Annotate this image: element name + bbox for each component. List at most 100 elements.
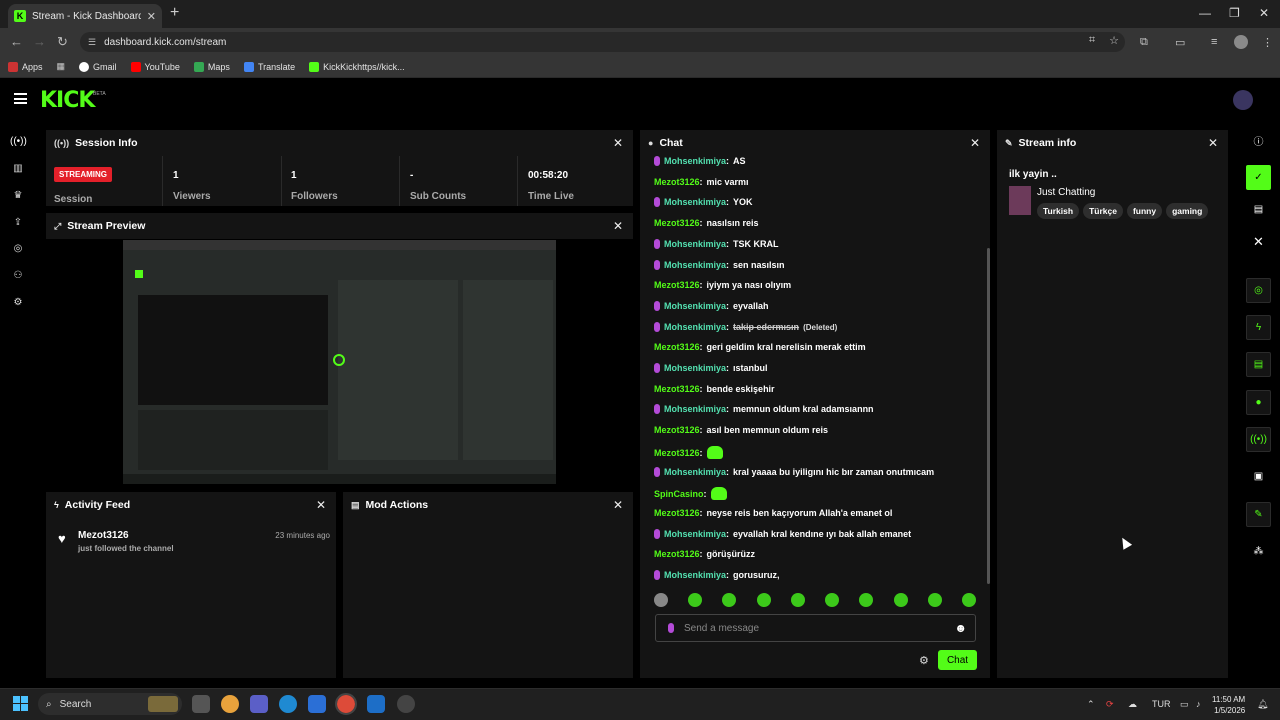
tag[interactable]: Turkish <box>1037 203 1080 219</box>
store-icon[interactable] <box>308 695 326 713</box>
emote-icon[interactable] <box>756 593 771 607</box>
user-avatar[interactable] <box>1233 90 1253 110</box>
chat-settings-icon[interactable]: ⚙ <box>919 654 929 667</box>
close-icon[interactable]: ✕ <box>1208 136 1218 150</box>
profile-icon[interactable] <box>1234 35 1248 49</box>
emote-icon[interactable] <box>859 593 874 607</box>
mod-log-panel-icon[interactable]: ▤ <box>1246 352 1271 377</box>
chrome-icon[interactable] <box>335 693 357 715</box>
tray-overflow-icon[interactable]: ⌃ <box>1087 699 1095 710</box>
close-rail-icon[interactable]: ✕ <box>1246 229 1271 254</box>
emote-icon[interactable] <box>961 593 976 607</box>
target-icon[interactable]: ◎ <box>10 243 26 259</box>
window-close-icon[interactable]: ✕ <box>1259 6 1269 20</box>
emote-icon[interactable] <box>893 593 908 607</box>
chat-panel-icon[interactable]: ● <box>1246 390 1271 415</box>
chat-send-button[interactable]: Chat <box>938 650 977 670</box>
bookmark-maps[interactable]: Maps <box>193 61 230 72</box>
chat-username[interactable]: Mohsenkimiya <box>664 260 726 270</box>
settings-icon[interactable]: ⚙ <box>10 297 26 313</box>
reload-icon[interactable]: ↻ <box>57 34 68 50</box>
close-icon[interactable]: ✕ <box>613 219 623 233</box>
analytics-icon[interactable]: ▥ <box>10 163 26 179</box>
bookmark-star-icon[interactable]: ☆ <box>1109 34 1119 47</box>
minimize-icon[interactable]: — <box>1199 6 1211 20</box>
browser-tab[interactable]: K Stream - Kick Dashboard ✕ <box>8 4 162 28</box>
chat-username[interactable]: Mezot3126 <box>654 448 700 458</box>
network-icon[interactable]: ▭ <box>1180 699 1189 710</box>
translate-icon[interactable]: ⌗ <box>1089 34 1095 47</box>
site-info-icon[interactable]: ☰ <box>88 37 96 48</box>
lightning-panel-icon[interactable]: ϟ <box>1246 315 1271 340</box>
tag[interactable]: gaming <box>1166 203 1209 219</box>
chat-message-input[interactable]: Send a message ☻ <box>655 614 976 642</box>
volume-icon[interactable]: ♪ <box>1196 699 1201 709</box>
check-icon[interactable]: ✓ <box>1246 165 1271 190</box>
chat-username[interactable]: Mohsenkimiya <box>664 529 726 539</box>
broadcast-icon[interactable]: ((•)) <box>10 136 27 152</box>
emote-icon[interactable] <box>927 593 942 607</box>
broadcast-panel-icon[interactable]: ((•)) <box>1246 427 1271 452</box>
chat-username[interactable]: SpinCasino <box>654 489 704 499</box>
chat-username[interactable]: Mohsenkimiya <box>664 467 726 477</box>
chat-username[interactable]: Mohsenkimiya <box>664 570 726 580</box>
tab-close-icon[interactable]: ✕ <box>147 10 156 23</box>
stream-preview-video[interactable] <box>123 240 556 484</box>
chat-scrollbar[interactable] <box>987 248 990 584</box>
app-icon[interactable] <box>221 695 239 713</box>
category-thumbnail[interactable] <box>1009 186 1031 215</box>
address-bar[interactable]: ☰ dashboard.kick.com/stream ⌗ ☆ <box>80 32 1125 52</box>
tray-app-icon[interactable]: ⟳ <box>1106 699 1114 710</box>
community-icon[interactable]: ⚇ <box>10 270 26 286</box>
media-icon[interactable]: ≡ <box>1211 36 1217 48</box>
close-icon[interactable]: ✕ <box>613 498 623 512</box>
more-panels-icon[interactable]: ⁂ <box>1246 539 1271 564</box>
chat-username[interactable]: Mezot3126 <box>654 177 700 187</box>
new-tab-icon[interactable]: + <box>170 5 179 21</box>
bookmark-gmail[interactable]: Gmail <box>79 61 117 72</box>
bookmark-kick[interactable]: KickKickhttps//kick... <box>309 61 405 72</box>
windows-start-icon[interactable] <box>13 696 28 711</box>
chat-username[interactable]: Mezot3126 <box>654 218 700 228</box>
bookmark-youtube[interactable]: YouTube <box>130 61 180 72</box>
task-view-icon[interactable] <box>192 695 210 713</box>
emote-icon[interactable] <box>722 593 737 607</box>
restore-icon[interactable]: ❐ <box>1229 6 1240 20</box>
taskbar-search[interactable]: ⌕ Search <box>38 693 182 715</box>
chat-username[interactable]: Mezot3126 <box>654 384 700 394</box>
chat-username[interactable]: Mohsenkimiya <box>664 322 726 332</box>
notification-bell-icon[interactable]: 🔔︎ <box>1257 699 1268 710</box>
edge-icon[interactable] <box>279 695 297 713</box>
cast-icon[interactable]: ▭ <box>1175 36 1185 49</box>
chat-username[interactable]: Mohsenkimiya <box>664 239 726 249</box>
upload-icon[interactable]: ⇪ <box>10 217 26 233</box>
tag[interactable]: Türkçe <box>1083 203 1123 219</box>
emote-icon[interactable] <box>825 593 840 607</box>
language-indicator[interactable]: TUR <box>1152 699 1171 709</box>
forward-icon[interactable]: → <box>33 34 46 49</box>
activity-user[interactable]: Mezot3126 <box>78 530 129 541</box>
chat-username[interactable]: Mohsenkimiya <box>664 363 726 373</box>
app-icon[interactable] <box>367 695 385 713</box>
kick-logo[interactable]: KICK <box>40 88 95 113</box>
chat-username[interactable]: Mezot3126 <box>654 280 700 290</box>
back-icon[interactable]: ← <box>10 34 23 49</box>
trophy-icon[interactable]: ♛ <box>10 190 26 206</box>
menu-dots-icon[interactable]: ⋮ <box>1262 36 1273 49</box>
stream-info-panel-icon[interactable]: ✎ <box>1246 502 1271 527</box>
emote-icon[interactable] <box>688 593 703 607</box>
chat-username[interactable]: Mezot3126 <box>654 549 700 559</box>
category-name[interactable]: Just Chatting <box>1037 187 1095 198</box>
app-icon[interactable] <box>397 695 415 713</box>
chat-username[interactable]: Mezot3126 <box>654 342 700 352</box>
tag[interactable]: funny <box>1126 203 1163 219</box>
teams-icon[interactable] <box>250 695 268 713</box>
emote-icon[interactable] <box>654 593 668 607</box>
bookmark-apps[interactable]: Apps <box>8 61 43 72</box>
chat-username[interactable]: Mohsenkimiya <box>664 301 726 311</box>
extensions-icon[interactable]: ⧉ <box>1140 36 1148 49</box>
chat-username[interactable]: Mohsenkimiya <box>664 156 726 166</box>
target-panel-icon[interactable]: ◎ <box>1246 278 1271 303</box>
emote-icon[interactable] <box>790 593 805 607</box>
info-icon[interactable]: ⓘ <box>1246 128 1271 153</box>
